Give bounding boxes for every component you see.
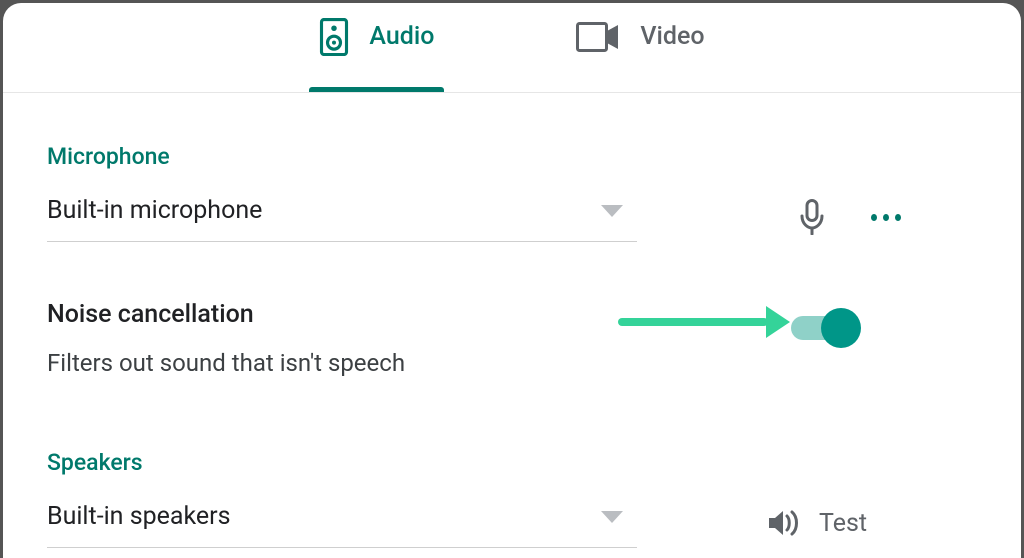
- tabs-bar: Audio Video: [3, 3, 1021, 93]
- speakers-test-button[interactable]: Test: [767, 508, 867, 538]
- noise-cancellation-subtitle: Filters out sound that isn't speech: [47, 349, 405, 377]
- speakers-row: Built-in speakers Test: [47, 498, 977, 548]
- microphone-section-label: Microphone: [47, 143, 977, 170]
- noise-cancellation-toggle[interactable]: [791, 316, 853, 340]
- tab-audio-label: Audio: [369, 24, 434, 49]
- tab-video-label: Video: [640, 24, 704, 49]
- toggle-knob: [821, 308, 861, 348]
- speakers-test-label: Test: [819, 509, 867, 538]
- audio-content: Microphone Built-in microphone: [3, 93, 1021, 548]
- noise-cancellation-toggle-wrap: [791, 316, 853, 340]
- tab-audio[interactable]: Audio: [313, 3, 440, 92]
- microphone-row: Built-in microphone: [47, 192, 977, 242]
- volume-icon: [767, 508, 799, 538]
- speaker-box-icon: [319, 18, 349, 56]
- microphone-actions: [797, 202, 901, 232]
- microphone-selected-value: Built-in microphone: [47, 198, 262, 223]
- speakers-dropdown[interactable]: Built-in speakers: [47, 498, 637, 548]
- microphone-icon[interactable]: [797, 202, 827, 232]
- annotation-arrow: [618, 318, 768, 326]
- speakers-section: Speakers Built-in speakers Test: [47, 449, 977, 548]
- noise-cancellation-text: Noise cancellation Filters out sound tha…: [47, 300, 405, 377]
- microphone-dropdown[interactable]: Built-in microphone: [47, 192, 637, 242]
- video-camera-icon: [576, 22, 620, 52]
- more-options-icon[interactable]: [871, 202, 901, 232]
- tab-video[interactable]: Video: [570, 3, 710, 92]
- speakers-selected-value: Built-in speakers: [47, 504, 231, 529]
- settings-panel: Audio Video Microphone Built-in micropho…: [3, 3, 1021, 558]
- noise-cancellation-title: Noise cancellation: [47, 300, 405, 329]
- speakers-section-label: Speakers: [47, 449, 977, 476]
- chevron-down-icon: [601, 205, 623, 217]
- chevron-down-icon: [601, 511, 623, 523]
